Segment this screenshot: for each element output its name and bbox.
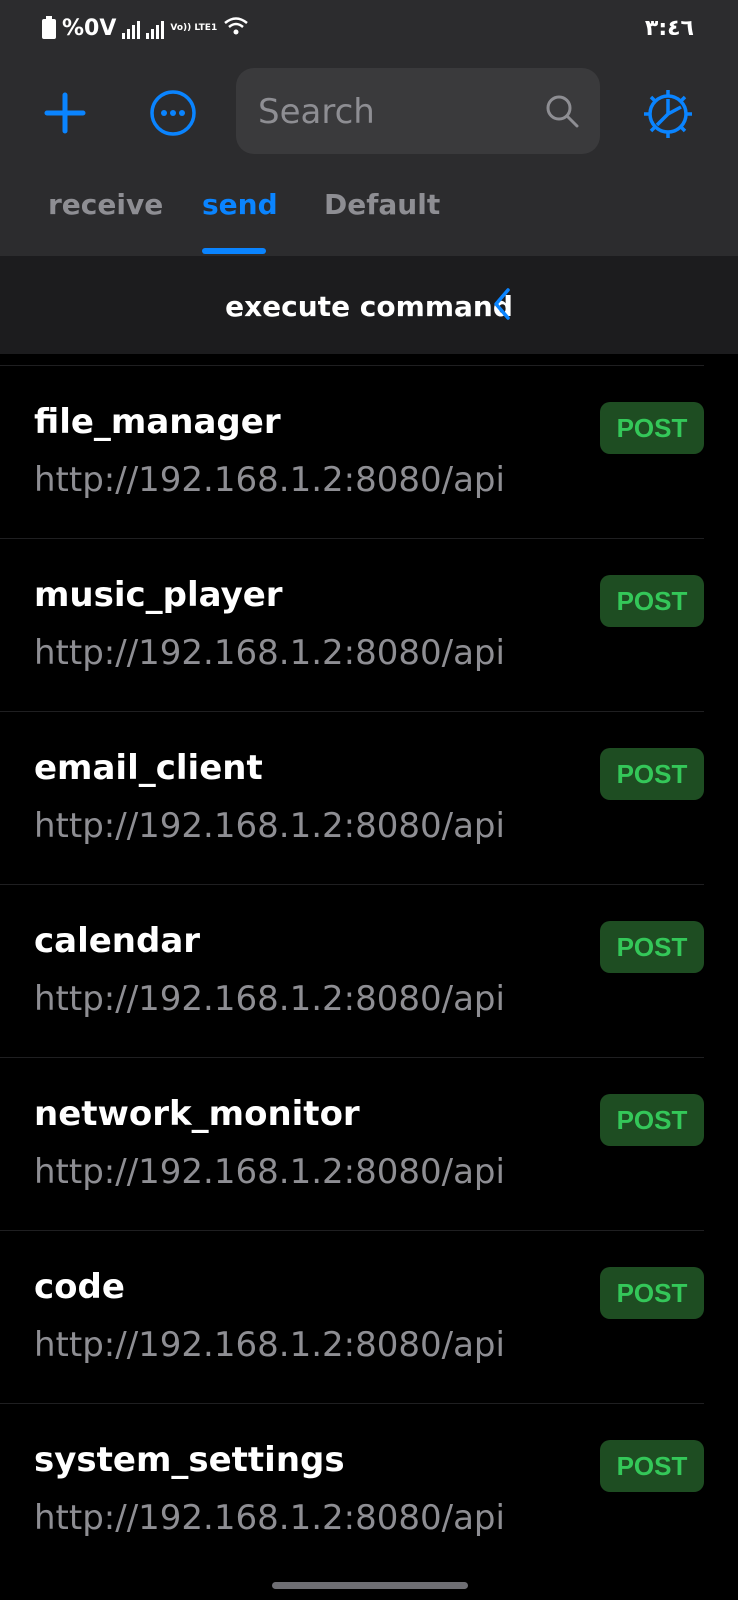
status-bar: %0V Vo)) LTE1 ٣:٤٦ bbox=[0, 0, 738, 60]
search-input[interactable] bbox=[256, 68, 540, 156]
gear-icon bbox=[644, 90, 692, 138]
search-box[interactable] bbox=[236, 68, 600, 156]
method-badge: POST bbox=[600, 1267, 704, 1319]
wifi-icon bbox=[223, 16, 249, 41]
signal-icon bbox=[122, 19, 141, 39]
plus-icon bbox=[44, 92, 86, 134]
battery-percent: %0V bbox=[62, 16, 117, 41]
list-item[interactable]: network_monitor http://192.168.1.2:8080/a… bbox=[0, 1058, 738, 1231]
item-name: email_client bbox=[34, 748, 263, 788]
list-item[interactable]: music_player http://192.168.1.2:8080/api P… bbox=[0, 539, 738, 712]
list-item[interactable]: calendar http://192.168.1.2:8080/api POST bbox=[0, 885, 738, 1058]
list-item[interactable]: email_client http://192.168.1.2:8080/api P… bbox=[0, 712, 738, 885]
active-tab-indicator bbox=[202, 248, 266, 254]
more-icon bbox=[150, 90, 196, 136]
toolbar bbox=[0, 68, 738, 156]
method-badge: POST bbox=[600, 1440, 704, 1492]
battery-icon bbox=[42, 15, 56, 39]
list-item[interactable]: code http://192.168.1.2:8080/api POST bbox=[0, 1231, 738, 1404]
item-url: http://192.168.1.2:8080/api bbox=[34, 979, 505, 1019]
item-url: http://192.168.1.2:8080/api bbox=[34, 633, 505, 673]
item-url: http://192.168.1.2:8080/api bbox=[34, 1325, 505, 1365]
app-header: %0V Vo)) LTE1 ٣:٤٦ Search receive send D… bbox=[0, 0, 738, 256]
tab-default[interactable]: Default bbox=[324, 188, 440, 221]
tab-receive[interactable]: receive bbox=[48, 188, 163, 221]
method-badge: POST bbox=[600, 402, 704, 454]
section-header[interactable]: execute command bbox=[0, 256, 738, 354]
item-url: http://192.168.1.2:8080/api bbox=[34, 1152, 505, 1192]
signal-icon-2 bbox=[146, 19, 165, 39]
method-badge: POST bbox=[600, 1094, 704, 1146]
item-name: network_monitor bbox=[34, 1094, 360, 1134]
method-badge: POST bbox=[600, 921, 704, 973]
list-item[interactable]: file_manager http://192.168.1.2:8080/api P… bbox=[0, 366, 738, 539]
item-name: system_settings bbox=[34, 1440, 345, 1480]
list-item[interactable]: system_settings http://192.168.1.2:8080/a… bbox=[0, 1404, 738, 1577]
item-name: code bbox=[34, 1267, 125, 1307]
item-url: http://192.168.1.2:8080/api bbox=[34, 1498, 505, 1538]
chevron-left-icon[interactable] bbox=[490, 286, 514, 322]
tab-bar: receive send Default bbox=[0, 180, 738, 256]
item-name: calendar bbox=[34, 921, 201, 961]
volte-label: Vo)) LTE1 bbox=[170, 23, 218, 33]
search-icon bbox=[546, 95, 579, 128]
item-url: http://192.168.1.2:8080/api bbox=[34, 806, 505, 846]
status-left: %0V Vo)) LTE1 bbox=[42, 15, 249, 41]
clock: ٣:٤٦ bbox=[644, 16, 694, 41]
more-options-button[interactable] bbox=[148, 88, 198, 138]
item-name: file_manager bbox=[34, 402, 281, 442]
settings-button[interactable] bbox=[640, 86, 696, 142]
item-name: music_player bbox=[34, 575, 283, 615]
method-badge: POST bbox=[600, 575, 704, 627]
tab-send[interactable]: send bbox=[202, 188, 278, 221]
home-indicator[interactable] bbox=[272, 1582, 468, 1589]
method-badge: POST bbox=[600, 748, 704, 800]
item-url: http://192.168.1.2:8080/api bbox=[34, 460, 505, 500]
section-title: execute command bbox=[225, 290, 513, 323]
add-button[interactable] bbox=[40, 88, 90, 138]
